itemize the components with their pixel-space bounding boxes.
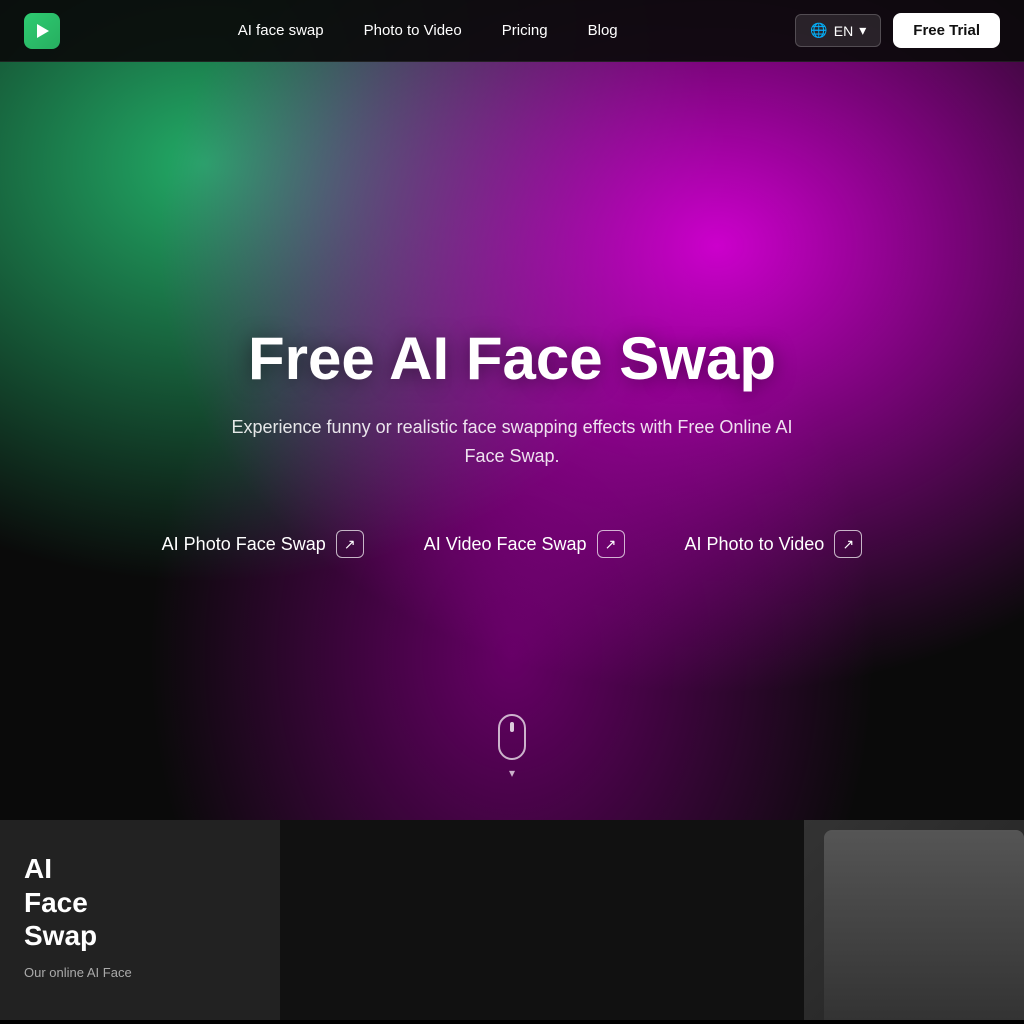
hero-link-photo-face-swap[interactable]: AI Photo Face Swap ↗ bbox=[162, 530, 364, 558]
free-trial-button[interactable]: Free Trial bbox=[893, 13, 1000, 48]
nav-link-pricing[interactable]: Pricing bbox=[502, 22, 548, 39]
hero-section: Free AI Face Swap Experience funny or re… bbox=[0, 0, 1024, 820]
hero-subtitle: Experience funny or realistic face swapp… bbox=[212, 413, 812, 471]
scroll-down-icon: ▾ bbox=[509, 766, 515, 780]
bottom-description: Our online AI Face bbox=[24, 963, 256, 983]
bottom-title: AI Face Swap bbox=[24, 852, 256, 953]
arrow-up-right-icon-1: ↗ bbox=[336, 530, 364, 558]
hero-link-video-face-swap[interactable]: AI Video Face Swap ↗ bbox=[424, 530, 625, 558]
hero-title: Free AI Face Swap bbox=[248, 324, 776, 393]
scroll-indicator: ▾ bbox=[498, 714, 526, 780]
nav-link-blog[interactable]: Blog bbox=[588, 22, 618, 39]
bottom-image bbox=[804, 820, 1024, 1020]
arrow-up-right-icon-2: ↗ bbox=[597, 530, 625, 558]
arrow-up-right-icon-3: ↗ bbox=[834, 530, 862, 558]
bottom-right-panel bbox=[280, 820, 1024, 1020]
hero-link-photo-to-video[interactable]: AI Photo to Video ↗ bbox=[685, 530, 863, 558]
nav-links: AI face swap Photo to Video Pricing Blog bbox=[238, 22, 618, 39]
person-image bbox=[824, 830, 1024, 1020]
hero-content: Free AI Face Swap Experience funny or re… bbox=[122, 324, 903, 559]
lang-label: EN bbox=[834, 23, 853, 39]
navbar: AI face swap Photo to Video Pricing Blog… bbox=[0, 0, 1024, 62]
chevron-down-icon: ▾ bbox=[859, 22, 866, 39]
hero-link-photo-face-swap-label: AI Photo Face Swap bbox=[162, 534, 326, 555]
nav-right: 🌐 EN ▾ Free Trial bbox=[795, 13, 1000, 48]
logo[interactable] bbox=[24, 13, 60, 49]
hero-link-photo-to-video-label: AI Photo to Video bbox=[685, 534, 825, 555]
nav-link-photo-to-video[interactable]: Photo to Video bbox=[364, 22, 462, 39]
logo-icon bbox=[24, 13, 60, 49]
globe-icon: 🌐 bbox=[810, 22, 827, 39]
hero-link-video-face-swap-label: AI Video Face Swap bbox=[424, 534, 587, 555]
bottom-section: AI Face Swap Our online AI Face bbox=[0, 820, 1024, 1020]
bottom-left-panel: AI Face Swap Our online AI Face bbox=[0, 820, 280, 1020]
hero-feature-links: AI Photo Face Swap ↗ AI Video Face Swap … bbox=[162, 530, 863, 558]
nav-link-ai-face-swap[interactable]: AI face swap bbox=[238, 22, 324, 39]
scroll-dot bbox=[510, 722, 514, 732]
scroll-oval bbox=[498, 714, 526, 760]
language-selector[interactable]: 🌐 EN ▾ bbox=[795, 14, 881, 47]
